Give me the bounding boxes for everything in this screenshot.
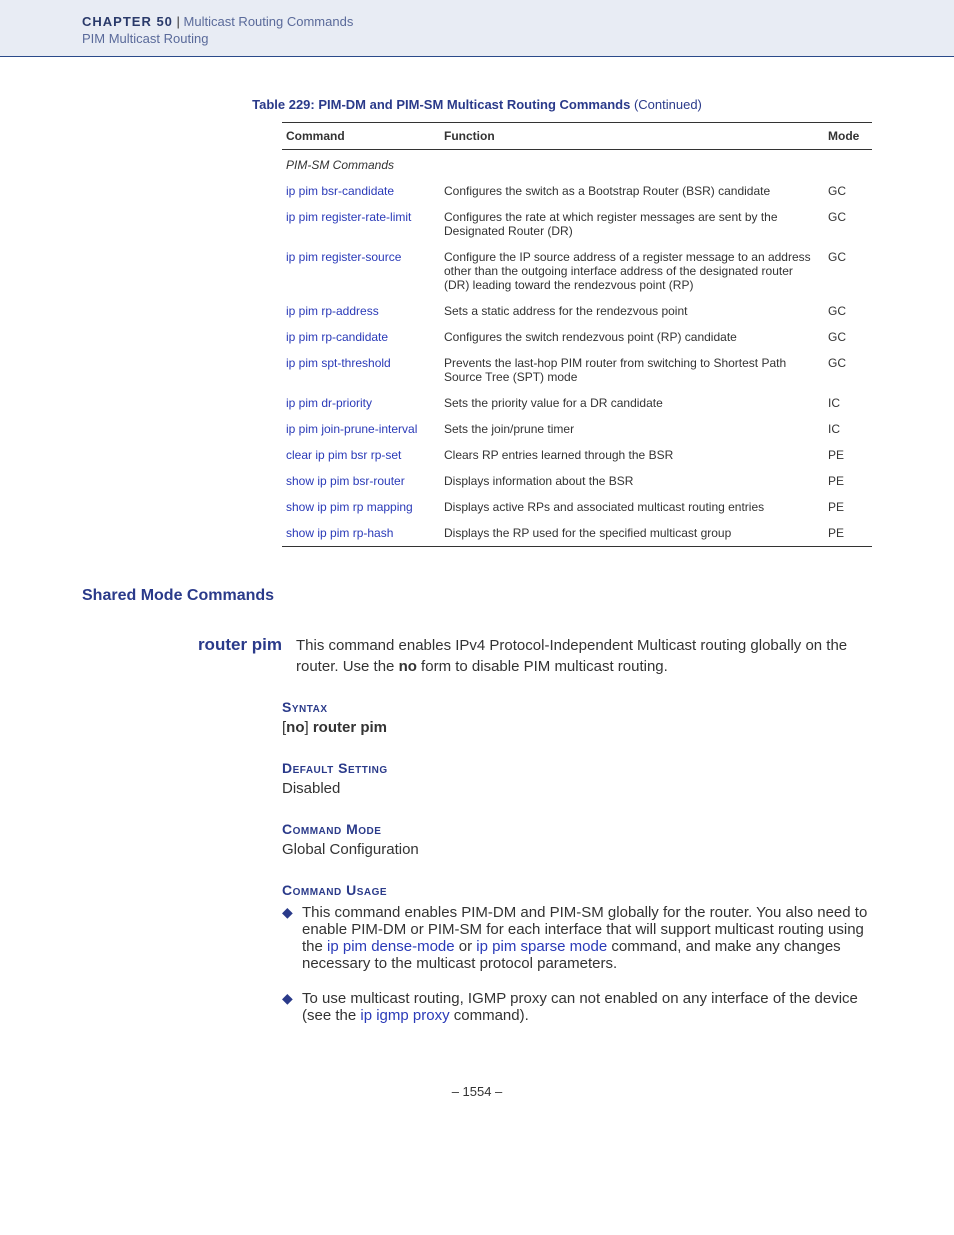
- th-command: Command: [282, 123, 440, 150]
- table-row: ip pim dr-prioritySets the priority valu…: [282, 390, 872, 416]
- command-usage-label: Command Usage: [282, 882, 872, 898]
- cmd-link[interactable]: ip pim register-rate-limit: [282, 204, 440, 244]
- table-row: ip pim register-rate-limitConfigures the…: [282, 204, 872, 244]
- command-mode-body: Global Configuration: [282, 839, 872, 860]
- th-function: Function: [440, 123, 824, 150]
- chapter-label: CHAPTER 50: [82, 14, 173, 29]
- table-row: clear ip pim bsr rp-setClears RP entries…: [282, 442, 872, 468]
- link-dense-mode[interactable]: ip pim dense-mode: [327, 938, 455, 955]
- syntax-close: ]: [305, 719, 313, 736]
- table-row: ip pim bsr-candidateConfigures the switc…: [282, 178, 872, 204]
- table-row: ip pim join-prune-intervalSets the join/…: [282, 416, 872, 442]
- cmd-link[interactable]: show ip pim rp mapping: [282, 494, 440, 520]
- syntax-body: [no] router pim: [282, 717, 872, 738]
- default-setting-section: Default Setting Disabled: [282, 760, 872, 799]
- cmd-mode: PE: [824, 468, 872, 494]
- cmd-link[interactable]: ip pim bsr-candidate: [282, 178, 440, 204]
- link-sparse-mode[interactable]: ip pim sparse mode: [476, 938, 607, 955]
- cmd-func: Clears RP entries learned through the BS…: [440, 442, 824, 468]
- cmd-mode: PE: [824, 442, 872, 468]
- section-heading: Shared Mode Commands: [82, 587, 872, 605]
- cmd-mode: GC: [824, 178, 872, 204]
- cmd-func: Displays the RP used for the specified m…: [440, 520, 824, 547]
- desc-no: no: [399, 658, 417, 675]
- cmd-func: Prevents the last-hop PIM router from sw…: [440, 350, 824, 390]
- cmd-mode: PE: [824, 494, 872, 520]
- cmd-func: Configure the IP source address of a reg…: [440, 244, 824, 298]
- caption-suffix: (Continued): [630, 97, 702, 112]
- command-usage-section: Command Usage ◆ This command enables PIM…: [282, 882, 872, 1024]
- header-subtitle: PIM Multicast Routing: [82, 31, 954, 46]
- th-mode: Mode: [824, 123, 872, 150]
- b2-part-2: command).: [450, 1007, 529, 1024]
- chapter-title: Multicast Routing Commands: [184, 14, 354, 29]
- cmd-link[interactable]: ip pim register-source: [282, 244, 440, 298]
- table-row: ip pim rp-candidateConfigures the switch…: [282, 324, 872, 350]
- cmd-func: Configures the rate at which register me…: [440, 204, 824, 244]
- command-mode-section: Command Mode Global Configuration: [282, 821, 872, 860]
- cmd-func: Sets the priority value for a DR candida…: [440, 390, 824, 416]
- syntax-section: Syntax [no] router pim: [282, 699, 872, 738]
- table-row: ip pim rp-addressSets a static address f…: [282, 298, 872, 324]
- usage-bullet-1: ◆ This command enables PIM-DM and PIM-SM…: [282, 904, 872, 972]
- cmd-link[interactable]: clear ip pim bsr rp-set: [282, 442, 440, 468]
- cmd-func: Sets the join/prune timer: [440, 416, 824, 442]
- table-caption: Table 229: PIM-DM and PIM-SM Multicast R…: [82, 97, 872, 112]
- cmd-func: Configures the switch rendezvous point (…: [440, 324, 824, 350]
- cmd-mode: IC: [824, 390, 872, 416]
- page-header: CHAPTER 50 | Multicast Routing Commands …: [0, 0, 954, 57]
- default-setting-label: Default Setting: [282, 760, 872, 776]
- header-line-1: CHAPTER 50 | Multicast Routing Commands: [82, 14, 954, 29]
- cmd-func: Displays active RPs and associated multi…: [440, 494, 824, 520]
- bullet-text: This command enables PIM-DM and PIM-SM g…: [302, 904, 872, 972]
- table-row: show ip pim rp-hashDisplays the RP used …: [282, 520, 872, 547]
- cmd-link[interactable]: ip pim join-prune-interval: [282, 416, 440, 442]
- table-row: show ip pim rp mappingDisplays active RP…: [282, 494, 872, 520]
- command-name: router pim: [82, 635, 296, 677]
- table-row: show ip pim bsr-routerDisplays informati…: [282, 468, 872, 494]
- cmd-link[interactable]: ip pim rp-address: [282, 298, 440, 324]
- table-subheader: PIM-SM Commands: [282, 150, 872, 179]
- cmd-link[interactable]: show ip pim bsr-router: [282, 468, 440, 494]
- syntax-cmd: router pim: [313, 719, 387, 736]
- syntax-no: no: [286, 719, 304, 736]
- cmd-mode: PE: [824, 520, 872, 547]
- cmd-mode: GC: [824, 298, 872, 324]
- desc-part-2: form to disable PIM multicast routing.: [417, 658, 668, 675]
- command-mode-label: Command Mode: [282, 821, 872, 837]
- syntax-label: Syntax: [282, 699, 872, 715]
- header-divider: |: [173, 14, 184, 29]
- cmd-link[interactable]: ip pim spt-threshold: [282, 350, 440, 390]
- cmd-link[interactable]: ip pim dr-priority: [282, 390, 440, 416]
- table-row: ip pim register-sourceConfigure the IP s…: [282, 244, 872, 298]
- b1-part-2: or: [455, 938, 477, 955]
- bullet-icon: ◆: [282, 904, 302, 972]
- bullet-text: To use multicast routing, IGMP proxy can…: [302, 990, 872, 1024]
- caption-prefix: Table 229: PIM-DM and PIM-SM Multicast R…: [252, 97, 630, 112]
- link-igmp-proxy[interactable]: ip igmp proxy: [360, 1007, 449, 1024]
- cmd-mode: GC: [824, 204, 872, 244]
- cmd-mode: GC: [824, 324, 872, 350]
- bullet-icon: ◆: [282, 990, 302, 1024]
- table-row: ip pim spt-thresholdPrevents the last-ho…: [282, 350, 872, 390]
- cmd-mode: GC: [824, 350, 872, 390]
- cmd-mode: IC: [824, 416, 872, 442]
- command-description: This command enables IPv4 Protocol-Indep…: [296, 635, 872, 677]
- cmd-link[interactable]: ip pim rp-candidate: [282, 324, 440, 350]
- cmd-mode: GC: [824, 244, 872, 298]
- commands-table: Command Function Mode PIM-SM Commands ip…: [282, 122, 872, 547]
- default-setting-body: Disabled: [282, 778, 872, 799]
- usage-bullet-2: ◆ To use multicast routing, IGMP proxy c…: [282, 990, 872, 1024]
- cmd-link[interactable]: show ip pim rp-hash: [282, 520, 440, 547]
- cmd-func: Sets a static address for the rendezvous…: [440, 298, 824, 324]
- cmd-func: Displays information about the BSR: [440, 468, 824, 494]
- page-footer: – 1554 –: [82, 1084, 872, 1099]
- command-block: router pim This command enables IPv4 Pro…: [82, 635, 872, 677]
- cmd-func: Configures the switch as a Bootstrap Rou…: [440, 178, 824, 204]
- page-content: Table 229: PIM-DM and PIM-SM Multicast R…: [0, 57, 954, 1139]
